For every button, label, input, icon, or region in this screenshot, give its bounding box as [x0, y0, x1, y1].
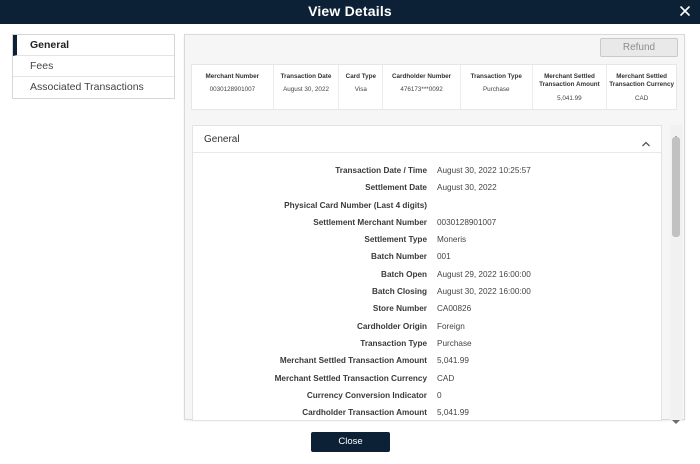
- detail-value: August 30, 2022 16:00:00: [437, 287, 531, 297]
- detail-value: CAD: [437, 373, 455, 383]
- summary-card-type: Card Type Visa: [339, 65, 384, 109]
- summary-transaction-type: Transaction Type Purchase: [461, 65, 533, 109]
- general-section: General Transaction Date / Time August 30…: [192, 125, 662, 421]
- detail-value: CA00826: [437, 304, 472, 314]
- summary-value: 0030128901007: [209, 86, 256, 93]
- detail-value: 0: [437, 390, 442, 400]
- general-section-header[interactable]: General: [193, 126, 661, 153]
- detail-label: Cardholder Transaction Amount: [302, 408, 427, 418]
- detail-row: Settlement Type Moneris: [193, 233, 661, 250]
- detail-value: 5,041.99: [437, 356, 469, 366]
- detail-row: Transaction Type Purchase: [193, 337, 661, 354]
- title-bar: View Details: [0, 0, 700, 24]
- scroll-up-arrow-icon[interactable]: [672, 128, 680, 140]
- detail-row: Physical Card Number (Last 4 digits): [193, 199, 661, 216]
- general-details-list: Transaction Date / Time August 30, 2022 1…: [193, 164, 661, 420]
- detail-row: Transaction Date / Time August 30, 2022 1…: [193, 164, 661, 181]
- sidebar-item-fees[interactable]: Fees: [13, 56, 174, 77]
- detail-label: Batch Open: [381, 269, 427, 279]
- section-title: General: [204, 134, 240, 145]
- summary-header: Merchant Settled: [544, 73, 595, 80]
- detail-value: 0030128901007: [437, 217, 497, 227]
- refund-button[interactable]: Refund: [600, 38, 678, 57]
- summary-header: Transaction Date: [280, 73, 332, 80]
- detail-row: Settlement Date August 30, 2022: [193, 181, 661, 198]
- sidebar-nav: General Fees Associated Transactions: [12, 34, 175, 99]
- summary-header: Card Type: [345, 73, 376, 80]
- detail-row: Store Number CA00826: [193, 302, 661, 319]
- detail-row: Merchant Settled Transaction Currency CAD: [193, 372, 661, 389]
- detail-label: Physical Card Number (Last 4 digits): [284, 200, 427, 210]
- summary-value: Visa: [354, 86, 367, 93]
- summary-value: August 30, 2022: [283, 86, 329, 93]
- close-button[interactable]: Close: [311, 432, 390, 452]
- summary-header: Cardholder Number: [391, 73, 452, 80]
- summary-value: 476173***0092: [400, 86, 443, 93]
- close-icon[interactable]: [678, 4, 692, 18]
- detail-value: Foreign: [437, 321, 465, 331]
- detail-value: 001: [437, 252, 451, 262]
- summary-header: Transaction Type: [470, 73, 522, 80]
- scrollbar-thumb[interactable]: [672, 137, 680, 237]
- detail-row: Merchant Settled Transaction Amount 5,041…: [193, 354, 661, 371]
- summary-header: Transaction Amount: [539, 81, 600, 88]
- summary-value: Purchase: [482, 86, 510, 93]
- sidebar-item-general[interactable]: General: [13, 35, 174, 56]
- detail-row: Currency Conversion Indicator 0: [193, 389, 661, 406]
- detail-row: Batch Open August 29, 2022 16:00:00: [193, 268, 661, 285]
- detail-label: Cardholder Origin: [356, 321, 427, 331]
- summary-header: Transaction Currency: [609, 81, 675, 88]
- detail-label: Currency Conversion Indicator: [306, 390, 427, 400]
- detail-label: Transaction Type: [360, 338, 427, 348]
- vertical-scrollbar[interactable]: [670, 125, 682, 424]
- summary-header: Merchant Settled: [616, 73, 668, 80]
- detail-value: Purchase: [437, 338, 472, 348]
- detail-row: Batch Closing August 30, 2022 16:00:00: [193, 285, 661, 302]
- detail-label: Settlement Type: [364, 235, 427, 245]
- detail-label: Settlement Date: [365, 183, 427, 193]
- detail-row: Settlement Merchant Number 0030128901007: [193, 216, 661, 233]
- detail-value: 5,041.99: [437, 408, 469, 418]
- detail-label: Merchant Settled Transaction Amount: [279, 356, 427, 366]
- summary-merchant-number: Merchant Number 0030128901007: [192, 65, 274, 109]
- detail-label: Merchant Settled Transaction Currency: [274, 373, 427, 383]
- dialog-title: View Details: [308, 3, 392, 19]
- detail-value: Moneris: [437, 235, 467, 245]
- detail-row: Cardholder Transaction Amount 5,041.99: [193, 406, 661, 420]
- summary-settled-amount: Merchant Settled Transaction Amount 5,04…: [533, 65, 608, 109]
- summary-value: CAD: [634, 95, 649, 102]
- scroll-down-arrow-icon[interactable]: [672, 412, 680, 424]
- detail-label: Store Number: [372, 304, 427, 314]
- sidebar-item-associated-transactions[interactable]: Associated Transactions: [13, 77, 174, 98]
- detail-row: Cardholder Origin Foreign: [193, 320, 661, 337]
- detail-value: August 30, 2022: [437, 183, 497, 193]
- summary-value: 5,041.99: [557, 95, 582, 102]
- detail-label: Transaction Date / Time: [335, 166, 427, 175]
- detail-label: Settlement Merchant Number: [313, 217, 427, 227]
- detail-label: Batch Number: [371, 252, 427, 262]
- detail-value: August 30, 2022 10:25:57: [437, 166, 531, 175]
- summary-settled-currency: Merchant Settled Transaction Currency CA…: [607, 65, 676, 109]
- chevron-up-icon[interactable]: [641, 135, 651, 147]
- transaction-summary: Merchant Number 0030128901007 Transactio…: [191, 64, 677, 110]
- summary-header: Merchant Number: [205, 73, 260, 80]
- detail-label: Batch Closing: [371, 287, 427, 297]
- detail-value: August 29, 2022 16:00:00: [437, 269, 531, 279]
- summary-cardholder-number: Cardholder Number 476173***0092: [383, 65, 461, 109]
- summary-transaction-date: Transaction Date August 30, 2022: [274, 65, 340, 109]
- detail-row: Batch Number 001: [193, 250, 661, 267]
